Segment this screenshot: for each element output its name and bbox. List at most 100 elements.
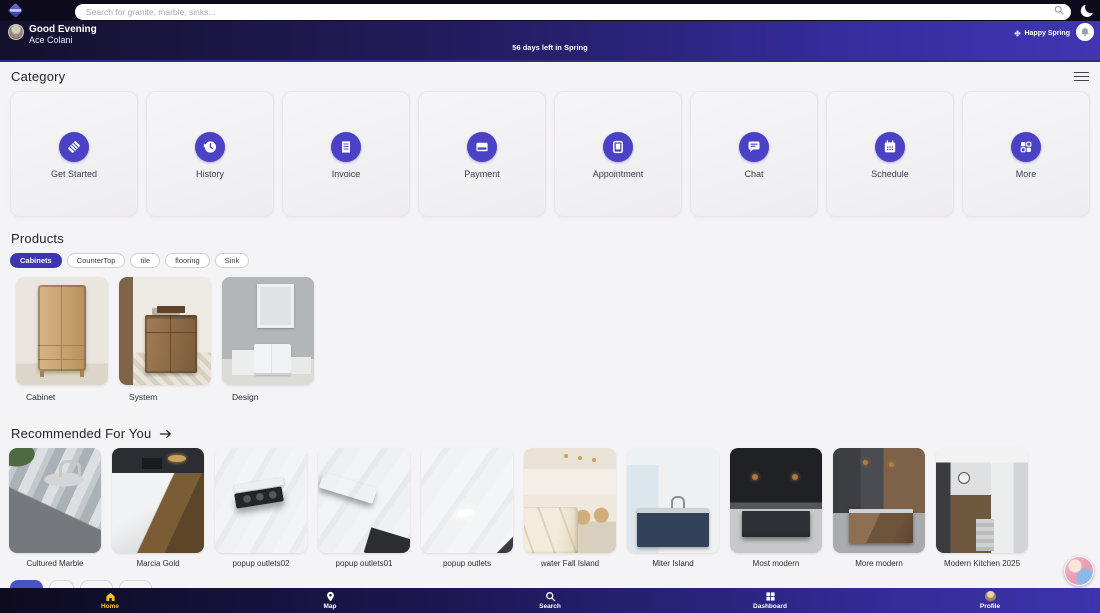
category-card-chat[interactable]: Chat <box>690 91 818 217</box>
recommended-image-modern-kitchen-2025 <box>936 448 1028 553</box>
recommended-card[interactable]: Marcia Gold <box>112 448 204 568</box>
grid-more-icon <box>1011 132 1041 162</box>
arrow-right-icon[interactable] <box>159 428 172 440</box>
header-band: Good Evening Ace Colani 56 days left in … <box>0 21 1100 62</box>
bottom-nav: Home Map Search Dashboard Profile <box>0 588 1100 613</box>
filter-chip-sink[interactable]: Sink <box>214 253 250 268</box>
recommended-image-marcia-gold <box>112 448 204 553</box>
nav-item-dashboard[interactable]: Dashboard <box>660 588 880 613</box>
recommended-label: water Fall Island <box>540 559 600 568</box>
category-card-payment[interactable]: Payment <box>418 91 546 217</box>
user-name: Ace Colani <box>29 35 73 45</box>
product-list: Cabinet System Design <box>16 277 1100 402</box>
category-card-invoice[interactable]: Invoice <box>282 91 410 217</box>
nav-label: Home <box>100 603 120 610</box>
recommended-card[interactable]: popup outlets01 <box>318 448 410 568</box>
moon-icon <box>1080 4 1093 18</box>
filter-chip-cabinets[interactable]: Cabinets <box>10 253 62 268</box>
nav-label: Profile <box>979 603 1001 610</box>
product-label: Cabinet <box>26 392 56 402</box>
recommended-card[interactable]: Cultured Marble <box>9 448 101 568</box>
recommended-card[interactable]: More modern <box>833 448 925 568</box>
recommended-image-most-modern <box>730 448 822 553</box>
assistant-avatar-button[interactable] <box>1064 556 1094 586</box>
recommended-card[interactable]: popup outlets02 <box>215 448 307 568</box>
recommended-card[interactable]: Most modern <box>730 448 822 568</box>
product-label: System <box>129 392 158 402</box>
home-icon <box>105 592 115 601</box>
search-input[interactable] <box>75 4 1071 20</box>
recommended-label: More modern <box>855 559 903 568</box>
nav-item-home[interactable]: Home <box>0 588 220 613</box>
recommended-image-water-fall-island <box>524 448 616 553</box>
recommended-card[interactable]: Modern Kitchen 2025 <box>936 448 1028 568</box>
chat-bubble-icon <box>739 132 769 162</box>
calendar-grid-icon <box>875 132 905 162</box>
filter-chip-tile[interactable]: tile <box>130 253 161 268</box>
recommended-card[interactable]: popup outlets <box>421 448 513 568</box>
main-content: Category Get Started History Invoice Pay… <box>0 64 1100 596</box>
receipt-icon <box>331 132 361 162</box>
greeting-text: Good Evening <box>29 24 97 35</box>
recommended-image-cultured-marble <box>9 448 101 553</box>
recommended-image-more-modern <box>833 448 925 553</box>
product-filters: Cabinets CounterTop tile flooring Sink <box>10 253 1100 268</box>
credit-card-icon <box>467 132 497 162</box>
notifications-button[interactable] <box>1076 23 1094 41</box>
search-bar <box>75 2 1071 20</box>
recommended-label: popup outlets <box>442 559 492 568</box>
recommended-label: Marcia Gold <box>136 559 180 568</box>
category-label: Chat <box>744 169 764 179</box>
category-card-more[interactable]: More <box>962 91 1090 217</box>
season-badge: Happy Spring <box>1014 30 1070 37</box>
nav-label: Map <box>323 603 337 610</box>
product-image-system <box>119 277 211 385</box>
flower-icon <box>1014 30 1021 37</box>
nav-item-profile[interactable]: Profile <box>880 588 1100 613</box>
category-label: History <box>195 169 224 179</box>
recommended-card[interactable]: Miter Island <box>627 448 719 568</box>
recommended-label: popup outlets02 <box>232 559 290 568</box>
user-block: Good Evening Ace Colani <box>8 24 97 45</box>
category-card-get-started[interactable]: Get Started <box>10 91 138 217</box>
nav-item-map[interactable]: Map <box>220 588 440 613</box>
product-card-system[interactable]: System <box>119 277 211 402</box>
nav-label: Search <box>539 603 561 610</box>
filter-chip-flooring[interactable]: flooring <box>165 253 210 268</box>
product-card-cabinet[interactable]: Cabinet <box>16 277 108 402</box>
search-icon <box>545 592 555 602</box>
recommended-label: Most modern <box>752 559 800 568</box>
recommended-label: Miter Island <box>652 559 694 568</box>
recommended-card[interactable]: water Fall Island <box>524 448 616 568</box>
product-card-design[interactable]: Design <box>222 277 314 402</box>
history-clock-icon <box>195 132 225 162</box>
dark-mode-toggle[interactable] <box>1080 3 1095 18</box>
handshake-icon <box>59 132 89 162</box>
filter-chip-countertop[interactable]: CounterTop <box>66 253 126 268</box>
season-days-left: 56 days left in Spring <box>512 43 588 52</box>
recommended-title: Recommended For You <box>11 426 152 441</box>
recommended-image-popup-outlets02 <box>215 448 307 553</box>
category-label: Invoice <box>331 169 361 179</box>
recommended-label: popup outlets01 <box>335 559 393 568</box>
category-label: More <box>1015 169 1037 179</box>
category-card-history[interactable]: History <box>146 91 274 217</box>
product-image-design <box>222 277 314 385</box>
tablet-calendar-icon <box>603 132 633 162</box>
category-label: Payment <box>464 169 500 179</box>
menu-icon[interactable] <box>1074 70 1089 84</box>
recommended-label: Modern Kitchen 2025 <box>943 559 1021 568</box>
user-avatar[interactable] <box>8 24 24 40</box>
app-logo-icon <box>7 2 24 19</box>
product-label: Design <box>232 392 259 402</box>
topbar <box>0 0 1100 21</box>
nav-label: Dashboard <box>753 603 787 610</box>
category-label: Get Started <box>50 169 98 179</box>
search-icon <box>1054 5 1064 15</box>
category-label: Appointment <box>592 169 644 179</box>
category-card-appointment[interactable]: Appointment <box>554 91 682 217</box>
category-card-schedule[interactable]: Schedule <box>826 91 954 217</box>
nav-item-search[interactable]: Search <box>440 588 660 613</box>
recommended-image-miter-island <box>627 448 719 553</box>
category-grid: Get Started History Invoice Payment Appo… <box>10 91 1090 217</box>
